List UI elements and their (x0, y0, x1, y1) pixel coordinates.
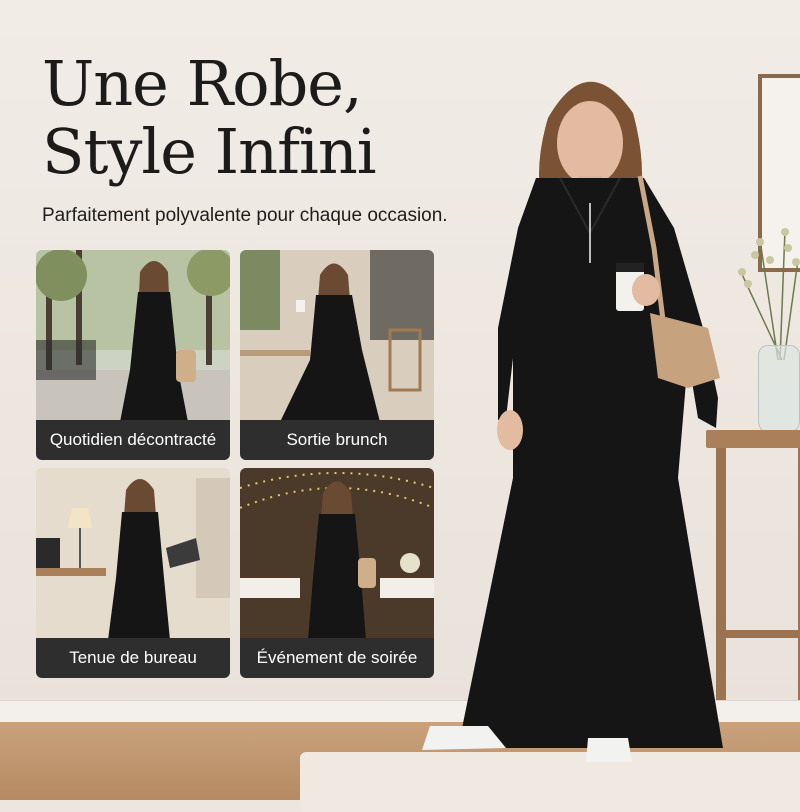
occasion-tile-office: Tenue de bureau (36, 468, 230, 678)
brunch-cafe-photo (240, 250, 434, 422)
headline-line-2: Style Infini (42, 115, 377, 188)
office-photo (36, 468, 230, 640)
subtitle: Parfaitement polyvalente pour chaque occ… (42, 205, 448, 226)
handbag (650, 313, 720, 388)
occasion-label: Sortie brunch (240, 420, 434, 460)
occasion-label: Événement de soirée (240, 638, 434, 678)
glass-vase (758, 345, 800, 435)
model-in-black-dress (422, 81, 723, 762)
sneaker-right (586, 738, 632, 762)
occasion-tile-brunch: Sortie brunch (240, 250, 434, 460)
dress (458, 178, 723, 748)
headline-line-1: Une Robe, (42, 47, 363, 120)
occasion-tile-casual: Quotidien décontracté (36, 250, 230, 460)
occasion-label: Quotidien décontracté (36, 420, 230, 460)
casual-street-photo (36, 250, 230, 422)
left-hand (497, 410, 523, 450)
evening-event-photo (240, 468, 434, 640)
headline: Une Robe, Style Infini (42, 47, 377, 188)
occasion-tile-evening: Événement de soirée (240, 468, 434, 678)
occasion-label: Tenue de bureau (36, 638, 230, 678)
face (557, 101, 623, 185)
